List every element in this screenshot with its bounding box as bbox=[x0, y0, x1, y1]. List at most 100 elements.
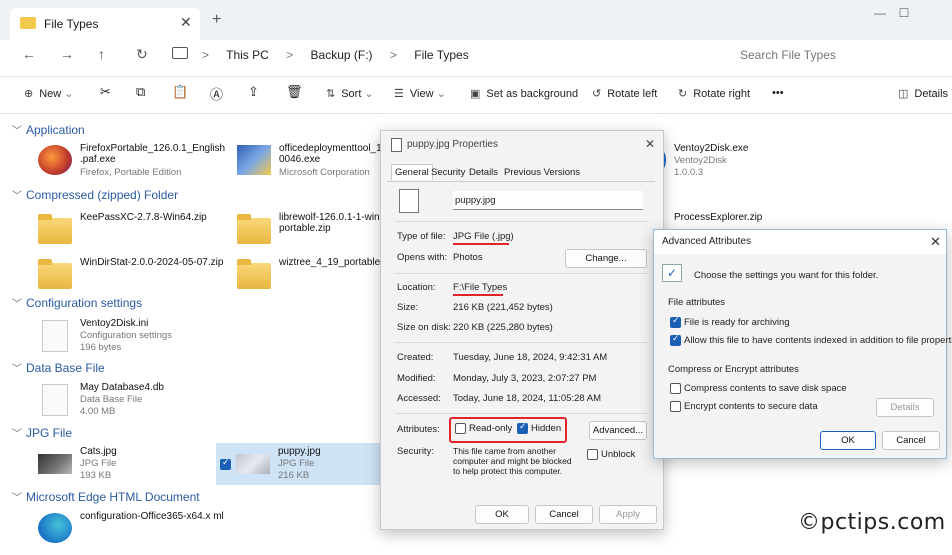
ok-button[interactable]: OK bbox=[475, 505, 529, 524]
archive-checkbox[interactable]: File is ready for archiving bbox=[670, 315, 790, 328]
rotate-left-icon: ↺ bbox=[592, 88, 602, 100]
up-button[interactable]: ↑ bbox=[98, 46, 105, 62]
computer-icon bbox=[172, 47, 188, 59]
breadcrumb-sep: > bbox=[202, 48, 210, 62]
tab-general[interactable]: General bbox=[391, 164, 433, 180]
paste-icon[interactable]: 📋 bbox=[172, 84, 188, 100]
new-tab-button[interactable]: + bbox=[212, 11, 221, 29]
readonly-checkbox[interactable]: Read-only bbox=[455, 423, 512, 434]
zip-folder-icon bbox=[38, 214, 72, 244]
plus-circle-icon: ⊕ bbox=[24, 88, 34, 100]
file-item[interactable]: FirefoxPortable_126.0.1_English .paf.exe… bbox=[38, 143, 228, 187]
tab-security[interactable]: Security bbox=[431, 167, 465, 178]
group-jpg[interactable]: ﹀ JPG File bbox=[12, 425, 72, 440]
file-item[interactable]: Ventoy2Disk.ini Configuration settings 1… bbox=[38, 318, 228, 362]
encrypt-label: Encrypt contents to secure data bbox=[684, 401, 818, 413]
group-application[interactable]: ﹀ Application bbox=[12, 122, 85, 137]
dialog-close-button[interactable]: ✕ bbox=[930, 234, 941, 250]
properties-dialog: puppy.jpg Properties ✕ General Security … bbox=[380, 130, 664, 530]
file-name: WinDirStat-2.0.0-2024-05-07.zip bbox=[80, 257, 224, 268]
intro-text: Choose the settings you want for this fo… bbox=[694, 270, 879, 281]
tab-details[interactable]: Details bbox=[469, 167, 498, 178]
cancel-button[interactable]: Cancel bbox=[882, 431, 940, 450]
firefox-app-icon bbox=[38, 145, 72, 175]
copy-icon[interactable]: ⧉ bbox=[136, 84, 145, 100]
set-background-button[interactable]: ▣ Set as background bbox=[470, 87, 578, 100]
file-size: 4.00 MB bbox=[80, 406, 116, 417]
file-item[interactable]: configuration-Office365-x64.x ml bbox=[38, 511, 228, 555]
encrypt-checkbox[interactable]: Encrypt contents to secure data bbox=[670, 401, 818, 412]
file-item[interactable]: KeePassXC-2.7.8-Win64.zip bbox=[38, 212, 228, 256]
back-button[interactable]: ← bbox=[22, 46, 36, 62]
rotate-right-button[interactable]: ↻ Rotate right bbox=[678, 87, 750, 100]
file-item[interactable]: WinDirStat-2.0.0-2024-05-07.zip bbox=[38, 257, 228, 301]
tab-file-types[interactable]: File Types ✕ bbox=[10, 8, 200, 40]
advanced-button[interactable]: Advanced... bbox=[589, 421, 647, 440]
rotate-right-label: Rotate right bbox=[693, 88, 751, 100]
cancel-button[interactable]: Cancel bbox=[535, 505, 593, 524]
file-version: 1.0.0.3 bbox=[674, 167, 704, 178]
file-item[interactable]: Cats.jpg JPG File 193 KB bbox=[38, 446, 228, 490]
share-icon[interactable]: ⇪ bbox=[248, 84, 259, 100]
details-button[interactable]: ◫ Details bbox=[898, 87, 948, 100]
tab-previous-versions[interactable]: Previous Versions bbox=[504, 167, 580, 178]
dialog-titlebar: Advanced Attributes ✕ bbox=[654, 230, 946, 254]
breadcrumb-sep: > bbox=[389, 48, 397, 62]
file-item[interactable]: May Database4.db Data Base File 4.00 MB bbox=[38, 382, 228, 426]
breadcrumb-file-types[interactable]: File Types bbox=[414, 48, 468, 62]
advanced-attributes-dialog: Advanced Attributes ✕ ✓ Choose the setti… bbox=[653, 229, 952, 459]
file-type: Configuration settings bbox=[80, 330, 172, 341]
rotate-left-button[interactable]: ↺ Rotate left bbox=[592, 87, 657, 100]
picture-icon: ▣ bbox=[470, 88, 481, 100]
view-button[interactable]: ☰ View ⌄ bbox=[394, 87, 446, 100]
select-checkbox[interactable] bbox=[220, 457, 231, 470]
maximize-button[interactable]: ☐ bbox=[892, 6, 916, 20]
group-label: Microsoft Edge HTML Document bbox=[26, 490, 200, 504]
change-button[interactable]: Change... bbox=[565, 249, 647, 268]
group-database[interactable]: ﹀ Data Base File bbox=[12, 360, 105, 375]
details-button[interactable]: Details bbox=[876, 398, 934, 417]
tab-close-icon[interactable]: ✕ bbox=[180, 14, 192, 31]
group-label: Compressed (zipped) Folder bbox=[26, 188, 179, 202]
file-icon bbox=[399, 189, 419, 213]
settings-file-icon bbox=[42, 320, 68, 352]
file-icon bbox=[391, 138, 402, 152]
index-checkbox[interactable]: Allow this file to have contents indexed… bbox=[670, 333, 952, 346]
refresh-button[interactable]: ↻ bbox=[136, 46, 148, 63]
filename-field[interactable]: puppy.jpg bbox=[453, 191, 643, 210]
compress-checkbox[interactable]: Compress contents to save disk space bbox=[670, 383, 847, 394]
group-label: Application bbox=[26, 123, 85, 137]
delete-icon[interactable]: 🗑 bbox=[286, 84, 303, 100]
forward-button[interactable]: → bbox=[60, 46, 74, 62]
apply-button[interactable]: Apply bbox=[599, 505, 657, 524]
watermark: ©pctips.com bbox=[798, 510, 946, 535]
sort-icon: ⇅ bbox=[326, 88, 336, 100]
unblock-label: Unblock bbox=[601, 449, 636, 461]
sort-button[interactable]: ⇅ Sort ⌄ bbox=[326, 87, 374, 100]
size-label: Size: bbox=[397, 302, 419, 313]
file-name: Ventoy2Disk.ini bbox=[80, 318, 149, 329]
zip-folder-icon bbox=[237, 214, 271, 244]
group-compressed[interactable]: ﹀ Compressed (zipped) Folder bbox=[12, 187, 178, 202]
search-input[interactable]: Search File Types bbox=[730, 46, 952, 66]
attributes-label: Attributes: bbox=[397, 424, 440, 435]
dialog-close-button[interactable]: ✕ bbox=[645, 137, 655, 151]
location-value: F:\File Types bbox=[453, 282, 508, 293]
more-options-button[interactable]: ••• bbox=[772, 87, 784, 99]
image-thumbnail bbox=[38, 454, 72, 474]
unblock-checkbox[interactable]: Unblock bbox=[587, 449, 635, 460]
cut-icon[interactable]: ✂ bbox=[100, 84, 111, 100]
set-background-label: Set as background bbox=[486, 88, 579, 100]
breadcrumb-this-pc[interactable]: This PC bbox=[226, 48, 269, 62]
rotate-right-icon: ↻ bbox=[678, 88, 688, 100]
minimize-button[interactable]: — bbox=[868, 6, 892, 20]
created-value: Tuesday, June 18, 2024, 9:42:31 AM bbox=[453, 352, 608, 363]
rename-icon[interactable]: Ⓐ bbox=[210, 84, 223, 103]
breadcrumb-backup[interactable]: Backup (F:) bbox=[311, 48, 373, 62]
ok-button[interactable]: OK bbox=[820, 431, 876, 450]
size-value: 216 KB (221,452 bytes) bbox=[453, 302, 553, 313]
group-edge-html[interactable]: ﹀ Microsoft Edge HTML Document bbox=[12, 489, 200, 504]
new-button[interactable]: ⊕ New ⌄ bbox=[24, 87, 74, 100]
database-file-icon bbox=[42, 384, 68, 416]
hidden-checkbox[interactable]: Hidden bbox=[517, 421, 561, 434]
